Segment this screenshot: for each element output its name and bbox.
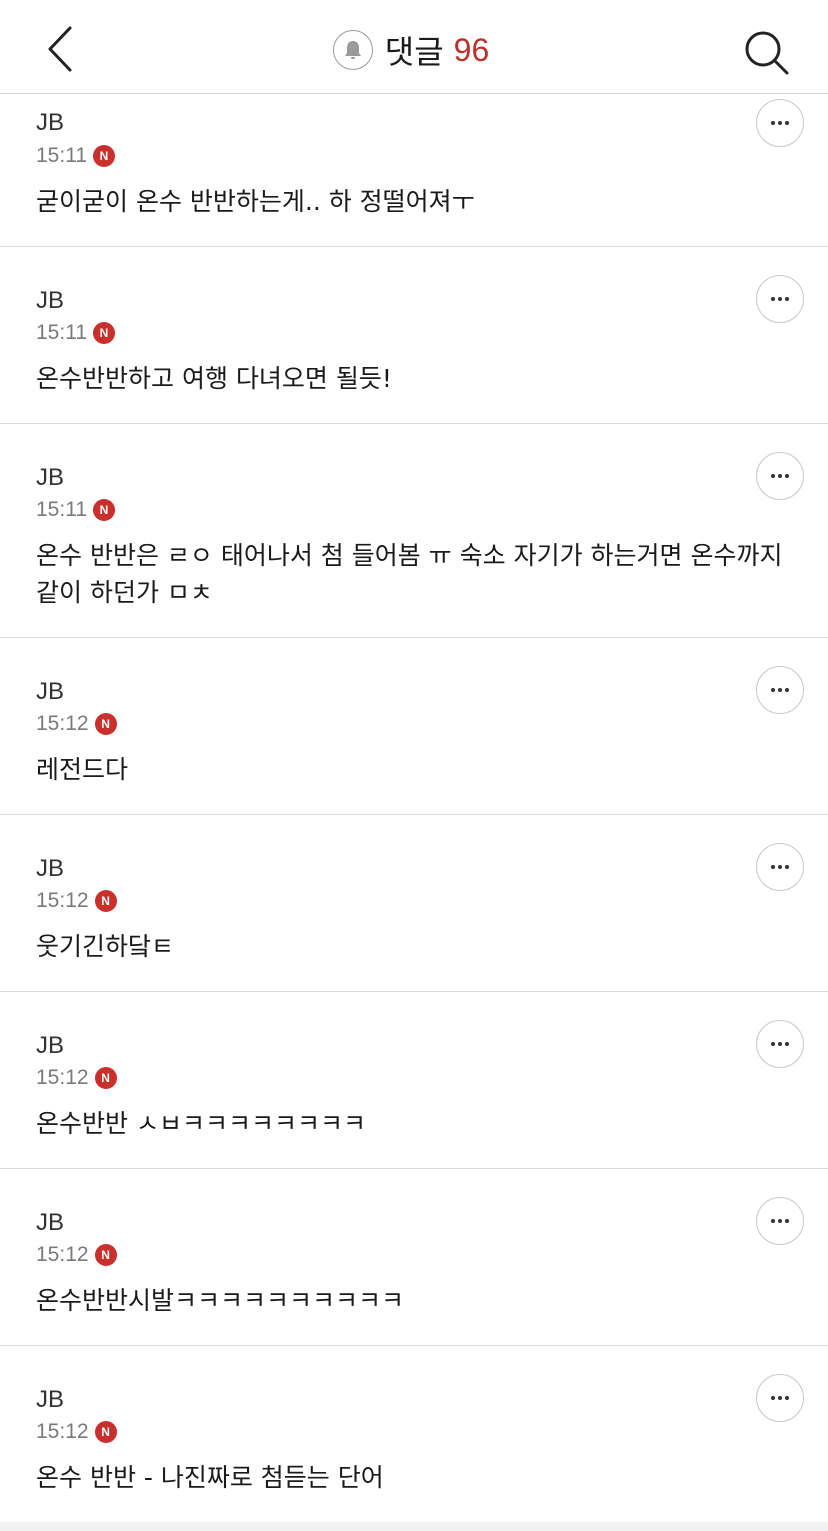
more-options-button[interactable] xyxy=(756,1374,804,1422)
comment-item: JB 15:12 N 온수반반 ㅅㅂㅋㅋㅋㅋㅋㅋㅋㅋ xyxy=(0,992,828,1169)
new-badge: N xyxy=(93,322,115,344)
comment-item: JB 15:12 N 온수반반시발ㅋㅋㅋㅋㅋㅋㅋㅋㅋㅋ xyxy=(0,1169,828,1346)
bell-icon xyxy=(344,41,361,59)
comment-item: JB 15:11 N 온수 반반은 ㄹㅇ 태어나서 첨 들어봄 ㅠ 숙소 자기가… xyxy=(0,424,828,638)
comment-item: JB 15:12 N 온수 반반 - 나진짜로 첨듣는 단어 xyxy=(0,1346,828,1523)
comment-author: JB xyxy=(36,109,65,136)
new-badge: N xyxy=(93,499,115,521)
more-options-button[interactable] xyxy=(756,99,804,147)
more-dots-icon xyxy=(771,474,789,478)
comment-time: 15:12 xyxy=(36,1243,89,1266)
comment-author: JB xyxy=(36,1032,65,1059)
new-badge: N xyxy=(94,1067,117,1089)
new-badge: N xyxy=(93,145,115,167)
more-options-button[interactable] xyxy=(756,1020,804,1068)
comment-time: 15:11 xyxy=(36,144,87,167)
more-dots-icon xyxy=(771,1042,789,1046)
more-options-button[interactable] xyxy=(756,666,804,714)
comment-meta: 15:11 N xyxy=(36,321,115,345)
comment-author: JB xyxy=(36,1386,65,1413)
comment-author: JB xyxy=(36,678,65,705)
search-button[interactable] xyxy=(740,26,792,78)
comment-text: 레전드다 xyxy=(36,755,129,784)
new-badge: N xyxy=(94,1244,117,1266)
comment-meta: 15:12 N xyxy=(36,712,117,736)
comment-time: 15:11 xyxy=(36,498,87,521)
comment-text: 온수 반반 - 나진짜로 첨듣는 단어 xyxy=(36,1463,384,1492)
more-dots-icon xyxy=(771,688,789,692)
comment-count: 96 xyxy=(453,31,490,68)
comment-text: 온수반반시발ㅋㅋㅋㅋㅋㅋㅋㅋㅋㅋ xyxy=(36,1286,405,1315)
more-options-button[interactable] xyxy=(756,275,804,323)
comment-time: 15:11 xyxy=(36,321,87,344)
comment-item: JB 15:12 N 레전드다 xyxy=(0,638,828,815)
comment-meta: 15:11 N xyxy=(36,144,115,168)
comment-item: JB 15:12 N 웃기긴하닼ㅌ xyxy=(0,815,828,992)
comment-text: 온수 반반은 ㄹㅇ 태어나서 첨 들어봄 ㅠ 숙소 자기가 하는거면 온수까지 … xyxy=(36,541,783,607)
comment-author: JB xyxy=(36,287,65,314)
comment-author: JB xyxy=(36,1209,65,1236)
more-dots-icon xyxy=(771,1219,789,1223)
comment-meta: 15:11 N xyxy=(36,498,115,522)
more-dots-icon xyxy=(771,865,789,869)
comment-time: 15:12 xyxy=(36,1066,89,1089)
comment-meta: 15:12 N xyxy=(36,1066,117,1090)
comment-text: 웃기긴하닼ㅌ xyxy=(36,932,175,961)
comment-text: 굳이굳이 온수 반반하는게.. 하 정떨어져ㅜ xyxy=(36,187,475,216)
top-bar: 댓글 96 xyxy=(0,0,828,94)
comment-item: JB 15:11 N 굳이굳이 온수 반반하는게.. 하 정떨어져ㅜ xyxy=(0,95,828,247)
comment-author: JB xyxy=(36,464,65,491)
comment-meta: 15:12 N xyxy=(36,1420,117,1444)
notification-bell-button[interactable] xyxy=(332,30,373,70)
comment-time: 15:12 xyxy=(36,1420,89,1443)
more-dots-icon xyxy=(771,121,789,125)
more-options-button[interactable] xyxy=(756,452,804,500)
new-badge: N xyxy=(94,1421,117,1443)
comment-text: 온수반반 ㅅㅂㅋㅋㅋㅋㅋㅋㅋㅋ xyxy=(36,1109,366,1138)
new-badge: N xyxy=(94,713,117,735)
comment-time: 15:12 xyxy=(36,889,89,912)
comment-list: JB 15:11 N 굳이굳이 온수 반반하는게.. 하 정떨어져ㅜ JB 15… xyxy=(0,95,828,1523)
comment-item: JB 15:11 N 온수반반하고 여행 다녀오면 될듯! xyxy=(0,247,828,424)
more-dots-icon xyxy=(771,1396,789,1400)
more-options-button[interactable] xyxy=(756,1197,804,1245)
comment-time: 15:12 xyxy=(36,712,89,735)
comment-meta: 15:12 N xyxy=(36,1243,117,1267)
page-title-group: 댓글 96 xyxy=(0,26,828,74)
bottom-divider xyxy=(0,1522,828,1531)
more-dots-icon xyxy=(771,297,789,301)
page-title: 댓글 xyxy=(384,33,444,71)
more-options-button[interactable] xyxy=(756,843,804,891)
search-icon xyxy=(745,31,789,75)
comment-text: 온수반반하고 여행 다녀오면 될듯! xyxy=(36,364,392,393)
comment-meta: 15:12 N xyxy=(36,889,117,913)
new-badge: N xyxy=(94,890,117,912)
comment-author: JB xyxy=(36,855,65,882)
